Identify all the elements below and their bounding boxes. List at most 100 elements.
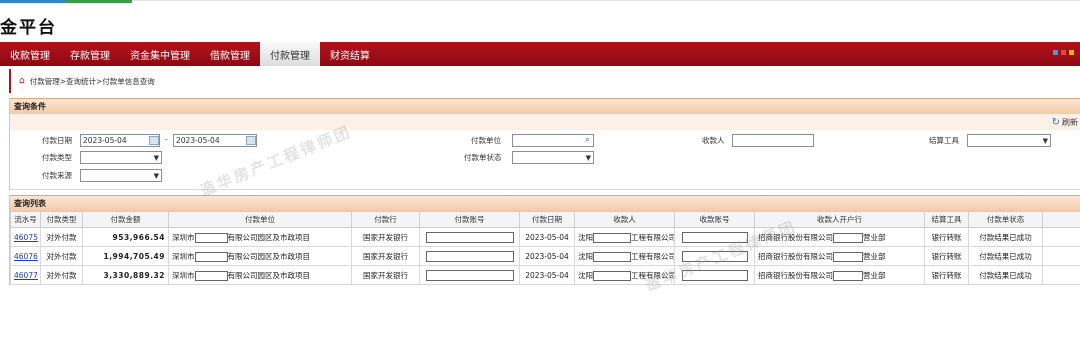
tool-cell: 银行转账 <box>924 227 969 247</box>
calendar-icon[interactable] <box>246 136 256 145</box>
extra-cell <box>1042 246 1080 266</box>
column-header[interactable]: 付款行 <box>351 211 420 228</box>
payee-account-cell <box>674 265 755 285</box>
payee-bank-cell: 招商银行股份有限公司 营业部 <box>754 265 925 285</box>
breadcrumb: ⌂ 付款管理>查询统计>付款单信息查询 <box>9 69 1080 93</box>
table-row[interactable]: 46077 对外付款 3,330,889.32 深圳市 有限公司园区及市政项目 国… <box>10 265 1080 285</box>
header-stripe-green <box>66 0 132 3</box>
pay-unit-label: 付款单位 <box>471 136 501 145</box>
payee-prefix: 沈阳 <box>578 251 593 261</box>
source-select[interactable]: ▼ <box>80 169 162 182</box>
refresh-button[interactable]: ↻ 刷新 <box>1052 117 1078 128</box>
payee-bank-prefix: 招商银行股份有限公司 <box>758 270 833 280</box>
main-nav: 收款管理 存款管理 资金集中管理 借款管理 付款管理 财资结算 <box>0 42 1080 66</box>
unit-prefix: 深圳市 <box>172 270 195 280</box>
extra-cell <box>1042 227 1080 247</box>
unit-suffix: 有限公司园区及市政项目 <box>227 251 311 261</box>
unit-cell: 深圳市 有限公司园区及市政项目 <box>168 265 352 285</box>
pay-date-label: 付款日期 <box>42 136 72 145</box>
payee-account-cell <box>674 227 755 247</box>
payee-bank-cell: 招商银行股份有限公司 营业部 <box>754 246 925 266</box>
account-redacted-field <box>425 269 514 281</box>
nav-item-loan[interactable]: 借款管理 <box>200 42 260 66</box>
account-cell <box>419 246 520 266</box>
account-cell <box>419 227 520 247</box>
chevron-down-icon: ▼ <box>153 154 159 162</box>
result-table: 流水号 付款类型 付款金额 付款单位 付款行 付款账号 付款日期 收款人 收款账… <box>10 211 1080 285</box>
column-header[interactable]: 收款账号 <box>674 211 755 228</box>
pay-date-to-input[interactable]: 2023-05-04 <box>173 134 257 147</box>
payee-cell: 沈阳 工程有限公司 <box>574 227 675 247</box>
payee-bank-prefix: 招商银行股份有限公司 <box>758 232 833 242</box>
home-icon[interactable]: ⌂ <box>19 76 25 86</box>
amount-cell: 1,994,705.49 <box>82 246 169 266</box>
redaction-box <box>593 251 631 262</box>
date-cell: 2023-05-04 <box>519 265 575 285</box>
redaction-box <box>593 270 631 281</box>
column-header[interactable]: 付款单状态 <box>968 211 1043 228</box>
payee-account-redacted-field <box>681 269 748 281</box>
redaction-box <box>194 232 228 243</box>
payee-account-cell <box>674 246 755 266</box>
payee-suffix: 工程有限公司 <box>631 270 675 280</box>
redaction-box <box>833 251 863 262</box>
column-header[interactable]: 付款单位 <box>168 211 352 228</box>
app-title: 金平台 <box>0 18 57 38</box>
search-icon[interactable]: ⌕ <box>585 135 590 146</box>
payee-prefix: 沈阳 <box>578 232 593 242</box>
bank-cell: 国家开发银行 <box>351 265 420 285</box>
column-header[interactable]: 付款账号 <box>419 211 520 228</box>
settle-tool-select[interactable]: ▼ <box>967 134 1051 147</box>
column-header[interactable]: 流水号 <box>10 211 41 228</box>
calendar-icon[interactable] <box>149 136 159 145</box>
payee-cell: 沈阳 工程有限公司 <box>574 265 675 285</box>
tool-cell: 银行转账 <box>924 265 969 285</box>
pay-type-select[interactable]: ▼ <box>80 151 162 164</box>
amount-cell: 3,330,889.32 <box>82 265 169 285</box>
pay-date-from-input[interactable]: 2023-05-04 <box>80 134 160 147</box>
serial-cell[interactable]: 46075 <box>10 227 41 247</box>
tool-cell: 银行转账 <box>924 246 969 266</box>
type-cell: 对外付款 <box>40 227 83 247</box>
column-header[interactable]: 收款人开户行 <box>754 211 925 228</box>
column-header[interactable]: 付款金额 <box>82 211 169 228</box>
nav-indicators <box>1053 50 1074 55</box>
payee-account-redacted-field <box>681 250 748 262</box>
column-header[interactable]: 付款日期 <box>519 211 575 228</box>
redaction-box <box>194 270 228 281</box>
account-redacted-field <box>425 231 514 243</box>
nav-item-deposit[interactable]: 存款管理 <box>60 42 120 66</box>
nav-item-receipt[interactable]: 收款管理 <box>0 42 60 66</box>
type-cell: 对外付款 <box>40 265 83 285</box>
payee-input[interactable] <box>732 134 814 147</box>
payee-account-redacted-field <box>681 231 748 243</box>
result-panel: 查询列表 流水号 付款类型 付款金额 付款单位 付款行 付款账号 付款日期 收款… <box>9 195 1080 285</box>
serial-link[interactable]: 46075 <box>14 233 38 242</box>
table-row[interactable]: 46076 对外付款 1,994,705.49 深圳市 有限公司园区及市政项目 国… <box>10 246 1080 266</box>
nav-item-fund-concentration[interactable]: 资金集中管理 <box>120 42 200 66</box>
pay-unit-input[interactable]: ⌕ <box>512 134 594 147</box>
serial-cell[interactable]: 46077 <box>10 265 41 285</box>
nav-item-payment[interactable]: 付款管理 <box>260 42 320 66</box>
status-cell: 付款结果已成功 <box>968 246 1043 266</box>
payee-bank-prefix: 招商银行股份有限公司 <box>758 251 833 261</box>
settle-tool-label: 结算工具 <box>929 136 959 145</box>
serial-link[interactable]: 46076 <box>14 252 38 261</box>
serial-cell[interactable]: 46076 <box>10 246 41 266</box>
unit-cell: 深圳市 有限公司园区及市政项目 <box>168 246 352 266</box>
indicator-square-icon <box>1053 50 1058 55</box>
bank-cell: 国家开发银行 <box>351 246 420 266</box>
status-select[interactable]: ▼ <box>512 151 594 164</box>
table-row[interactable]: 46075 对外付款 953,966.54 深圳市 有限公司园区及市政项目 国家开… <box>10 227 1080 247</box>
payee-suffix: 工程有限公司 <box>631 232 675 242</box>
column-header[interactable]: 付款类型 <box>40 211 83 228</box>
refresh-label: 刷新 <box>1062 117 1078 127</box>
unit-prefix: 深圳市 <box>172 232 195 242</box>
header-stripe-blue <box>0 0 66 3</box>
nav-item-settlement[interactable]: 财资结算 <box>320 42 380 66</box>
date-range-separator: - <box>165 135 168 144</box>
payee-bank-suffix: 营业部 <box>863 270 886 280</box>
serial-link[interactable]: 46077 <box>14 271 38 280</box>
column-header[interactable]: 收款人 <box>574 211 675 228</box>
column-header[interactable]: 结算工具 <box>924 211 969 228</box>
